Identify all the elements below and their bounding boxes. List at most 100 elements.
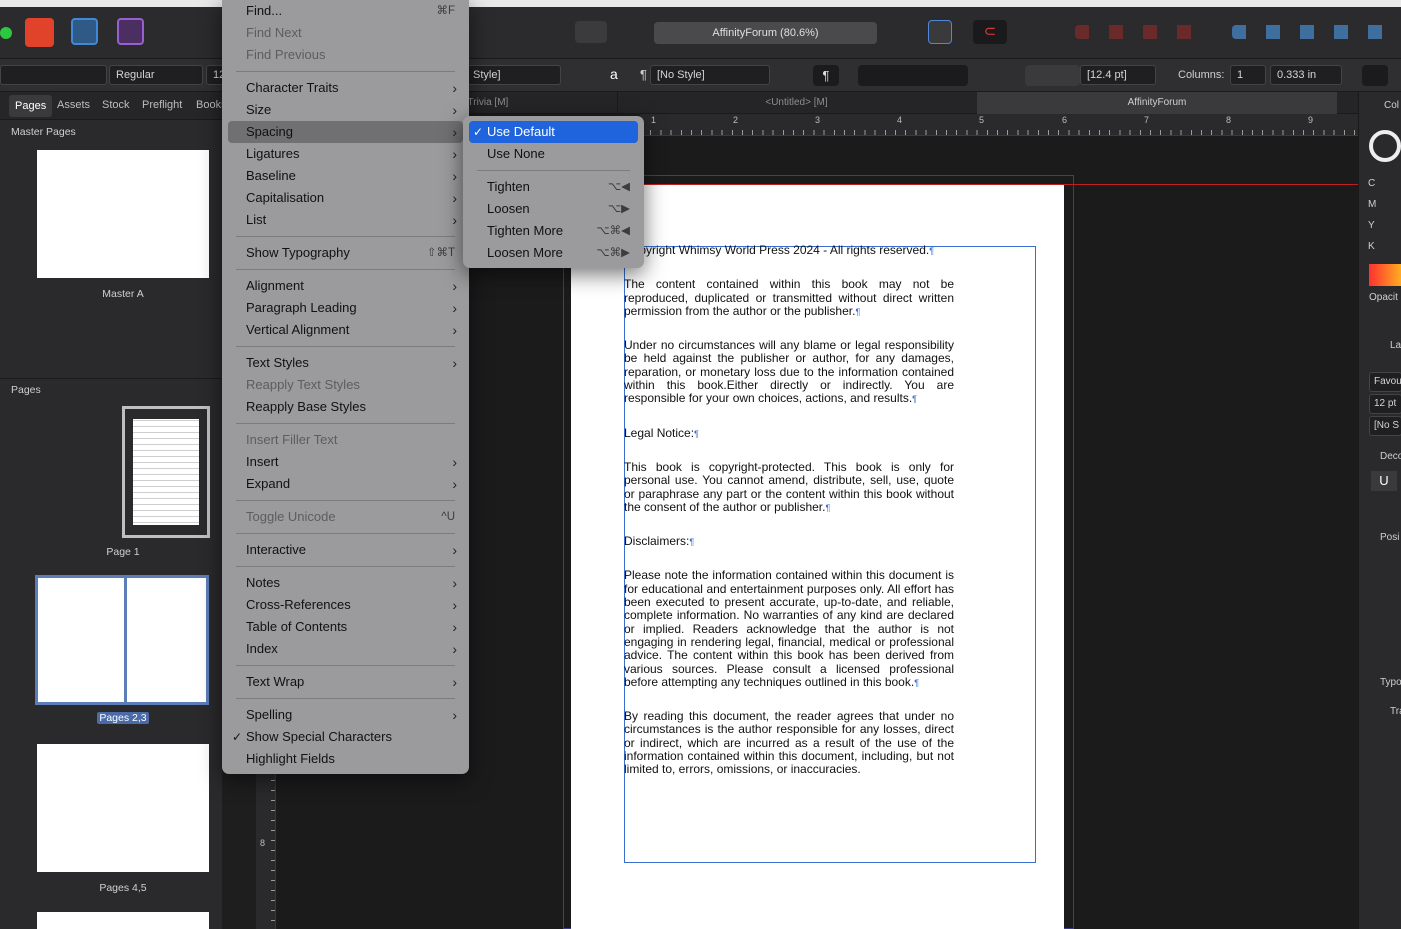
- menu-item-show-typography[interactable]: Show Typography ⇧⌘T: [228, 242, 463, 264]
- checkmark-icon: ✓: [232, 730, 243, 744]
- show-pilcrow-button[interactable]: ¶: [813, 65, 839, 86]
- snapping-magnet-icon[interactable]: ⊂: [973, 20, 1007, 44]
- menu-item-text-wrap[interactable]: Text Wrap ›: [228, 671, 463, 693]
- transform-header[interactable]: Tra: [1390, 706, 1401, 717]
- ruler-number: 2: [733, 115, 739, 125]
- right-studio-panel: Col C M Y K Opacit La Favou 12 pt [No S …: [1358, 92, 1401, 929]
- submenu-item-loosen-more[interactable]: Loosen More ⌥⌘▶: [469, 242, 638, 264]
- menu-item-ligatures[interactable]: Ligatures ›: [228, 143, 463, 165]
- tab-assets[interactable]: Assets: [57, 99, 90, 111]
- menu-item-alignment[interactable]: Alignment ›: [228, 275, 463, 297]
- photo-persona-icon[interactable]: [117, 18, 144, 45]
- paragraph-style-field[interactable]: [No Style]: [650, 65, 770, 85]
- menu-separator: [477, 170, 630, 171]
- menu-item-table-of-contents[interactable]: Table of Contents ›: [228, 616, 463, 638]
- colour-tab[interactable]: Col: [1384, 100, 1399, 111]
- paragraph-copyright: Copyright Whimsy World Press 2024 - All …: [624, 243, 935, 257]
- page-1-thumbnail[interactable]: [122, 406, 210, 538]
- colour-gradient-swatch[interactable]: [1369, 264, 1401, 286]
- paragraph-legal-notice: This book is copyright-protected. This b…: [624, 459, 954, 514]
- character-style-a[interactable]: a: [610, 66, 618, 82]
- menu-item-reapply-base-styles[interactable]: Reapply Base Styles: [228, 396, 463, 418]
- vertical-ruler[interactable]: 8: [256, 760, 276, 929]
- menu-separator: [236, 236, 455, 237]
- view-mode-button[interactable]: [575, 21, 607, 43]
- layers-tab[interactable]: La: [1390, 340, 1401, 351]
- favourite-field[interactable]: Favou: [1369, 372, 1401, 392]
- typography-header[interactable]: Typo: [1380, 677, 1401, 688]
- designer-persona-icon[interactable]: [71, 18, 98, 45]
- menu-item-text-styles[interactable]: Text Styles ›: [228, 352, 463, 374]
- size-field[interactable]: 12 pt: [1369, 394, 1401, 414]
- traffic-light-icon[interactable]: [0, 27, 12, 39]
- doc-tab-trivia[interactable]: eTrivia [M]: [462, 92, 617, 114]
- doc-tab-untitled[interactable]: <Untitled> [M]: [617, 92, 975, 114]
- tab-pages[interactable]: Pages: [9, 95, 53, 117]
- menu-item-find[interactable]: Find... ⌘F: [228, 0, 463, 22]
- paragraph-align-buttons[interactable]: [858, 65, 968, 86]
- paragraph-agreement: By reading this document, the reader agr…: [624, 709, 954, 777]
- colour-wheel-icon[interactable]: [1369, 130, 1401, 162]
- menu-item-vertical-alignment[interactable]: Vertical Alignment ›: [228, 319, 463, 341]
- horizontal-ruler[interactable]: 1 2 3 4 5 6 7 8 9: [640, 114, 1358, 136]
- cmyk-y-label: Y: [1368, 220, 1375, 231]
- menu-item-spacing[interactable]: Spacing ›: [228, 121, 463, 143]
- submenu-item-tighten[interactable]: Tighten ⌥◀: [469, 176, 638, 198]
- leading-field[interactable]: [12.4 pt]: [1080, 65, 1156, 85]
- pages-header[interactable]: Pages: [0, 380, 222, 400]
- list-buttons[interactable]: [1025, 65, 1080, 86]
- ruler-number: 5: [979, 115, 985, 125]
- align-icons[interactable]: [1232, 25, 1401, 39]
- menu-item-baseline[interactable]: Baseline ›: [228, 165, 463, 187]
- ruler-number: 1: [651, 115, 657, 125]
- menu-item-spelling[interactable]: Spelling ›: [228, 704, 463, 726]
- nostyle-field[interactable]: [No S: [1369, 416, 1401, 436]
- underline-button[interactable]: U: [1371, 471, 1397, 491]
- menu-item-paragraph-leading[interactable]: Paragraph Leading ›: [228, 297, 463, 319]
- master-pages-header[interactable]: Master Pages: [0, 122, 222, 142]
- menu-item-character-traits[interactable]: Character Traits ›: [228, 77, 463, 99]
- columns-field[interactable]: 1: [1230, 65, 1266, 85]
- page-1-caption: Page 1: [106, 546, 140, 558]
- vruler-number: 8: [260, 838, 266, 848]
- menu-item-capitalisation[interactable]: Capitalisation ›: [228, 187, 463, 209]
- text-frame-mode-button[interactable]: [928, 20, 952, 44]
- menu-item-show-special-characters[interactable]: ✓ Show Special Characters: [228, 726, 463, 748]
- paragraph-legal-notice-heading: Legal Notice:¶: [624, 425, 699, 440]
- menu-item-expand[interactable]: Expand ›: [228, 473, 463, 495]
- submenu-item-tighten-more[interactable]: Tighten More ⌥⌘◀: [469, 220, 638, 242]
- pages-6-7-thumbnail[interactable]: [37, 912, 209, 929]
- submenu-item-use-none[interactable]: Use None: [469, 143, 638, 165]
- panel-divider: [0, 378, 222, 379]
- pages-2-3-thumbnail[interactable]: [35, 575, 209, 705]
- master-a-caption: Master A: [102, 288, 144, 300]
- menu-item-insert[interactable]: Insert ›: [228, 451, 463, 473]
- menu-item-notes[interactable]: Notes ›: [228, 572, 463, 594]
- tab-stock[interactable]: Stock: [102, 99, 130, 111]
- font-family-field[interactable]: [0, 65, 107, 85]
- pages-4-5-thumbnail[interactable]: [37, 744, 209, 872]
- menu-item-cross-references[interactable]: Cross-References ›: [228, 594, 463, 616]
- body-text[interactable]: Copyright Whimsy World Press 2024 - All …: [624, 243, 954, 797]
- character-style-field[interactable]: Style]: [466, 65, 561, 85]
- submenu-item-use-default[interactable]: ✓ Use Default: [469, 121, 638, 143]
- arrange-icons[interactable]: [1075, 25, 1195, 39]
- menu-item-list[interactable]: List ›: [228, 209, 463, 231]
- font-style-field[interactable]: Regular: [109, 65, 203, 85]
- submenu-item-loosen[interactable]: Loosen ⌥▶: [469, 198, 638, 220]
- gutter-field[interactable]: 0.333 in: [1270, 65, 1342, 85]
- doc-tab-affinityforum[interactable]: AffinityForum: [977, 92, 1337, 114]
- position-header[interactable]: Posi: [1380, 532, 1399, 543]
- decorations-header[interactable]: Deco: [1380, 451, 1401, 462]
- tab-preflight[interactable]: Preflight: [142, 99, 182, 111]
- master-a-thumbnail[interactable]: [37, 150, 209, 278]
- menu-item-interactive[interactable]: Interactive ›: [228, 539, 463, 561]
- publisher-persona-icon[interactable]: [25, 18, 54, 47]
- frame-options-button[interactable]: [1362, 65, 1388, 86]
- menu-item-index[interactable]: Index ›: [228, 638, 463, 660]
- menu-separator: [236, 269, 455, 270]
- menu-item-highlight-fields[interactable]: Highlight Fields: [228, 748, 463, 770]
- zoom-title-field[interactable]: AffinityForum (80.6%): [654, 22, 877, 44]
- menu-item-size[interactable]: Size ›: [228, 99, 463, 121]
- ruler-number: 7: [1144, 115, 1150, 125]
